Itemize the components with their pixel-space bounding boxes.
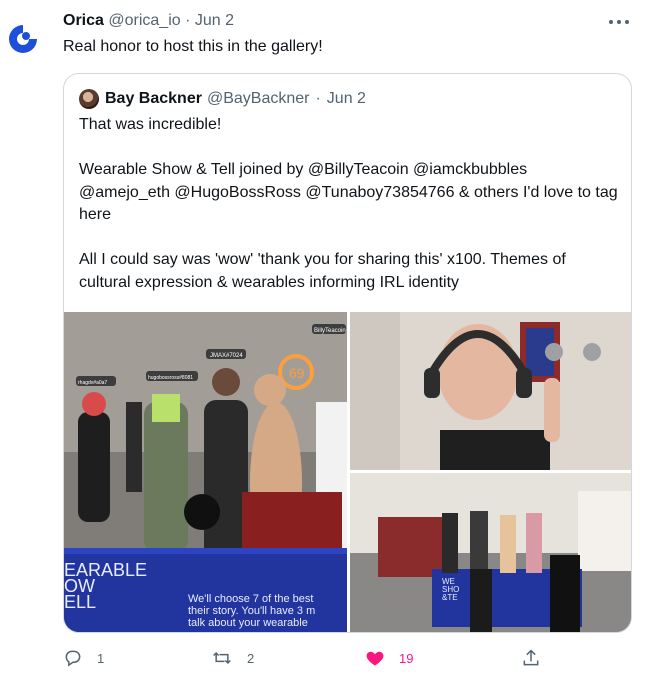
quoted-tweet-text: That was incredible! Wearable Show & Tel… xyxy=(79,114,619,294)
author-name[interactable]: Orica xyxy=(63,12,104,29)
reply-count: 1 xyxy=(97,650,105,666)
like-button[interactable]: 19 xyxy=(365,646,413,670)
name-tag: BillyTeacoin xyxy=(314,328,346,334)
heart-filled-icon xyxy=(366,651,384,666)
banner-title: EARABLE OW ELL xyxy=(64,560,148,612)
banner-title: WE SHO &TE xyxy=(442,577,460,602)
tweet-date[interactable]: Jun 2 xyxy=(195,12,234,29)
media-grid: 69 BillyTeacoin JMAX#7024 hugobossross#8… xyxy=(64,312,631,632)
quoted-paragraph: All I could say was 'wow' 'thank you for… xyxy=(79,251,566,291)
more-dot xyxy=(617,20,621,24)
quoted-tweet[interactable]: Bay Backner @BayBackner · Jun 2 That was… xyxy=(63,73,632,633)
name-tag: hugobossross#8081 xyxy=(148,375,193,381)
quoted-tweet-header: Bay Backner @BayBackner · Jun 2 xyxy=(79,88,366,110)
svg-text:69: 69 xyxy=(289,365,305,381)
quoted-author-handle: @BayBackner xyxy=(206,90,310,107)
retweet-count: 2 xyxy=(247,650,255,666)
share-icon xyxy=(523,649,539,666)
quoted-paragraph: Wearable Show & Tell joined by @BillyTea… xyxy=(79,161,618,223)
quoted-author-name: Bay Backner xyxy=(105,90,202,107)
reply-icon xyxy=(65,650,81,667)
share-button[interactable] xyxy=(521,646,541,670)
author-handle[interactable]: @orica_io xyxy=(108,12,180,29)
action-bar: 1 2 19 xyxy=(63,646,563,670)
orica-avatar[interactable] xyxy=(6,22,40,56)
orica-logo-icon xyxy=(9,25,37,53)
media-image-gallery-avatars[interactable]: 69 BillyTeacoin JMAX#7024 hugobossross#8… xyxy=(64,312,347,632)
more-dot xyxy=(625,20,629,24)
name-tag: JMAX#7024 xyxy=(210,353,243,359)
portrait-scene xyxy=(350,312,631,470)
like-count: 19 xyxy=(399,650,414,666)
more-horizontal-icon xyxy=(609,20,613,24)
tweet-header: Orica @orica_io · Jun 2 xyxy=(63,12,234,30)
banner-text: We'll choose 7 of the best their story. … xyxy=(188,593,316,629)
quoted-paragraph: That was incredible! xyxy=(79,116,222,133)
retweet-icon xyxy=(213,651,231,665)
dot-separator: · xyxy=(185,12,191,29)
dot-separator: · xyxy=(315,90,321,107)
media-image-gallery-wide[interactable]: WE SHO &TE xyxy=(350,473,631,632)
retweet-button[interactable]: 2 xyxy=(211,646,254,670)
quoted-author-avatar xyxy=(79,89,99,109)
name-tag: rhagdv#a0a7 xyxy=(78,380,107,386)
tweet-text: Real honor to host this in the gallery! xyxy=(63,38,323,55)
media-image-headset-person[interactable] xyxy=(350,312,631,470)
reply-button[interactable]: 1 xyxy=(63,646,104,670)
quoted-tweet-date: Jun 2 xyxy=(326,90,366,107)
tweet[interactable]: Orica @orica_io · Jun 2 Real honor to ho… xyxy=(0,0,651,680)
gallery-wide-scene xyxy=(350,473,631,632)
more-options-button[interactable] xyxy=(609,14,629,30)
